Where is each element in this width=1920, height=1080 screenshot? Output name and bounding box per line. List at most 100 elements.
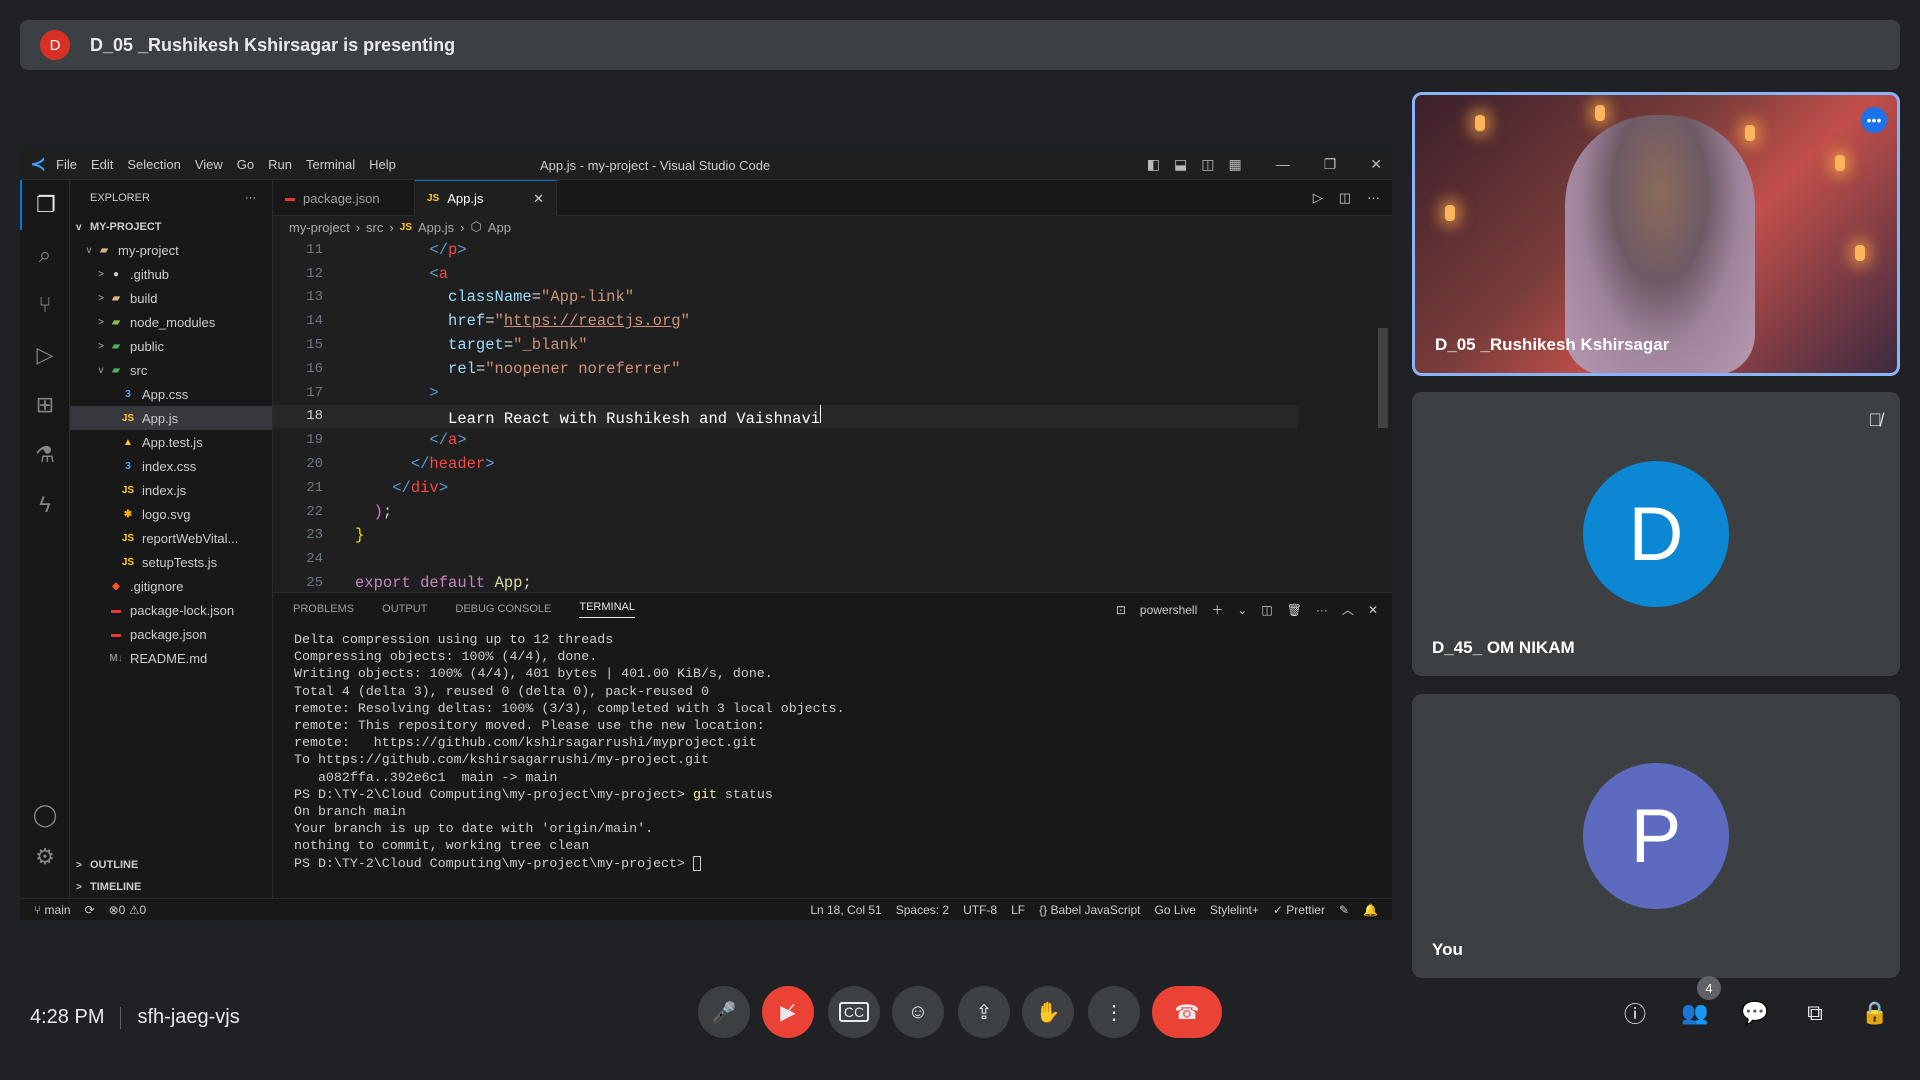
menu-item-edit[interactable]: Edit [91, 157, 113, 172]
raise-hand-button[interactable]: ✋ [1022, 986, 1074, 1038]
code-editor[interactable]: 11 </p> 12 <a 13 className="App-link" 14… [273, 238, 1392, 592]
camera-button[interactable]: ▶̸ [762, 986, 814, 1038]
close-icon[interactable]: ✕ [1370, 156, 1382, 173]
chat-button[interactable]: 💬 [1740, 998, 1770, 1028]
tree-item[interactable]: JS App.js [70, 406, 272, 430]
captions-button[interactable]: CC [828, 986, 880, 1038]
close-tab-icon[interactable]: ✕ [533, 191, 544, 207]
close-panel-icon[interactable]: ✕ [1368, 603, 1378, 617]
host-controls-button[interactable]: 🔒 [1860, 998, 1890, 1028]
status-item[interactable]: UTF-8 [963, 903, 997, 917]
tree-item[interactable]: > ▰ build [70, 286, 272, 310]
present-button[interactable]: ⇪ [958, 986, 1010, 1038]
tree-item[interactable]: > ● .github [70, 262, 272, 286]
new-terminal-icon[interactable]: ＋ [1211, 601, 1223, 618]
more-actions-icon[interactable]: ··· [245, 192, 256, 204]
tree-item[interactable]: v ▰ my-project [70, 238, 272, 262]
layout-panel-icon[interactable]: ⬓ [1174, 156, 1187, 173]
meeting-details-button[interactable]: ⓘ [1620, 998, 1650, 1028]
tree-item[interactable]: JS index.js [70, 478, 272, 502]
more-icon[interactable]: ··· [1367, 190, 1380, 206]
timeline-section[interactable]: > TIMELINE [70, 876, 272, 898]
participant-tile[interactable]: 🎙̸ D D_45_ OM NIKAM [1412, 392, 1900, 676]
terminal-output[interactable]: Delta compression using up to 12 threads… [273, 625, 1392, 872]
status-item[interactable]: Go Live [1155, 903, 1196, 917]
menu-item-terminal[interactable]: Terminal [306, 157, 355, 172]
restore-icon[interactable]: ❐ [1324, 156, 1337, 173]
tree-item[interactable]: JS reportWebVital... [70, 526, 272, 550]
breadcrumb-item[interactable]: App [488, 220, 511, 235]
outline-section[interactable]: > OUTLINE [70, 854, 272, 876]
tree-item[interactable]: v ▰ src [70, 358, 272, 382]
status-item[interactable]: ✓ Prettier [1273, 903, 1325, 917]
layout-split-icon[interactable]: ◫ [1201, 156, 1214, 173]
run-debug-icon[interactable]: ▷ [20, 330, 70, 380]
extensions-icon[interactable]: ⊞ [20, 380, 70, 430]
menu-item-file[interactable]: File [56, 157, 77, 172]
menu-item-go[interactable]: Go [237, 157, 254, 172]
tree-item[interactable]: JS setupTests.js [70, 550, 272, 574]
menu-item-selection[interactable]: Selection [127, 157, 180, 172]
source-control-icon[interactable]: ⑂ [20, 280, 70, 330]
trash-icon[interactable]: 🗑 [1287, 603, 1302, 617]
reactions-button[interactable]: ☺ [892, 986, 944, 1038]
status-item[interactable]: Spaces: 2 [896, 903, 949, 917]
tab-package-json[interactable]: ▬ package.json [273, 180, 415, 216]
problems-count[interactable]: ⊗0 ⚠0 [109, 903, 147, 917]
status-item[interactable]: Ln 18, Col 51 [810, 903, 881, 917]
tree-item[interactable]: M↓ README.md [70, 646, 272, 670]
maximize-panel-icon[interactable]: ︿ [1342, 601, 1354, 618]
run-icon[interactable]: ▷ [1313, 190, 1323, 206]
tab-output[interactable]: OUTPUT [382, 603, 427, 615]
layout-sidebar-icon[interactable]: ◧ [1147, 156, 1160, 173]
tree-item[interactable]: ▬ package.json [70, 622, 272, 646]
explorer-icon[interactable]: ❐ [20, 180, 70, 230]
tab-problems[interactable]: PROBLEMS [293, 603, 354, 615]
feedback-icon[interactable]: ✎ [1339, 903, 1349, 917]
tree-item[interactable]: ▲ App.test.js [70, 430, 272, 454]
project-section[interactable]: v MY-PROJECT [70, 216, 272, 238]
bell-icon[interactable]: 🔔 [1363, 903, 1378, 917]
tree-item[interactable]: ◆ .gitignore [70, 574, 272, 598]
search-icon[interactable]: ⌕ [20, 230, 70, 280]
people-button[interactable]: 👥 [1680, 998, 1710, 1028]
tree-item[interactable]: > ▰ public [70, 334, 272, 358]
menu-item-run[interactable]: Run [268, 157, 292, 172]
lightning-icon[interactable]: ϟ [20, 480, 70, 530]
settings-gear-icon[interactable]: ⚙ [20, 832, 70, 882]
more-options-button[interactable]: ⋮ [1088, 986, 1140, 1038]
status-item[interactable]: Stylelint+ [1210, 903, 1259, 917]
minimize-icon[interactable]: — [1276, 156, 1290, 173]
status-item[interactable]: {} Babel JavaScript [1039, 903, 1140, 917]
tree-item[interactable]: 3 App.css [70, 382, 272, 406]
layout-custom-icon[interactable]: ▦ [1228, 156, 1241, 173]
sync-icon[interactable]: ⟳ [85, 903, 95, 917]
chevron-down-icon[interactable]: ⌄ [1237, 603, 1247, 617]
shell-name[interactable]: powershell [1140, 603, 1197, 617]
split-editor-icon[interactable]: ◫ [1339, 190, 1351, 206]
tab-debug-console[interactable]: DEBUG CONSOLE [455, 603, 551, 615]
participant-tile-presenter[interactable]: ••• D_05 _Rushikesh Kshirsagar [1412, 92, 1900, 376]
tree-item[interactable]: > ▰ node_modules [70, 310, 272, 334]
breadcrumb-item[interactable]: my-project [289, 220, 350, 235]
testing-icon[interactable]: ⚗ [20, 430, 70, 480]
tree-item[interactable]: 3 index.css [70, 454, 272, 478]
menu-item-view[interactable]: View [195, 157, 223, 172]
breadcrumb-item[interactable]: src [366, 220, 383, 235]
editor-scrollbar[interactable] [1378, 328, 1388, 428]
branch-indicator[interactable]: ⑂ main [34, 903, 71, 917]
status-item[interactable]: LF [1011, 903, 1025, 917]
more-icon[interactable]: ··· [1316, 603, 1328, 617]
tree-item[interactable]: ▬ package-lock.json [70, 598, 272, 622]
leave-call-button[interactable]: ☎ [1152, 986, 1222, 1038]
activities-button[interactable]: ⧉ [1800, 998, 1830, 1028]
split-terminal-icon[interactable]: ◫ [1261, 603, 1272, 617]
breadcrumb-item[interactable]: App.js [418, 220, 454, 235]
menu-item-help[interactable]: Help [369, 157, 396, 172]
tree-item[interactable]: ✱ logo.svg [70, 502, 272, 526]
participant-tile-self[interactable]: P You [1412, 694, 1900, 978]
microphone-button[interactable]: 🎤 [698, 986, 750, 1038]
more-options-icon[interactable]: ••• [1861, 107, 1887, 133]
tab-app-js[interactable]: JS App.js ✕ [415, 180, 557, 216]
tab-terminal[interactable]: TERMINAL [579, 601, 635, 618]
